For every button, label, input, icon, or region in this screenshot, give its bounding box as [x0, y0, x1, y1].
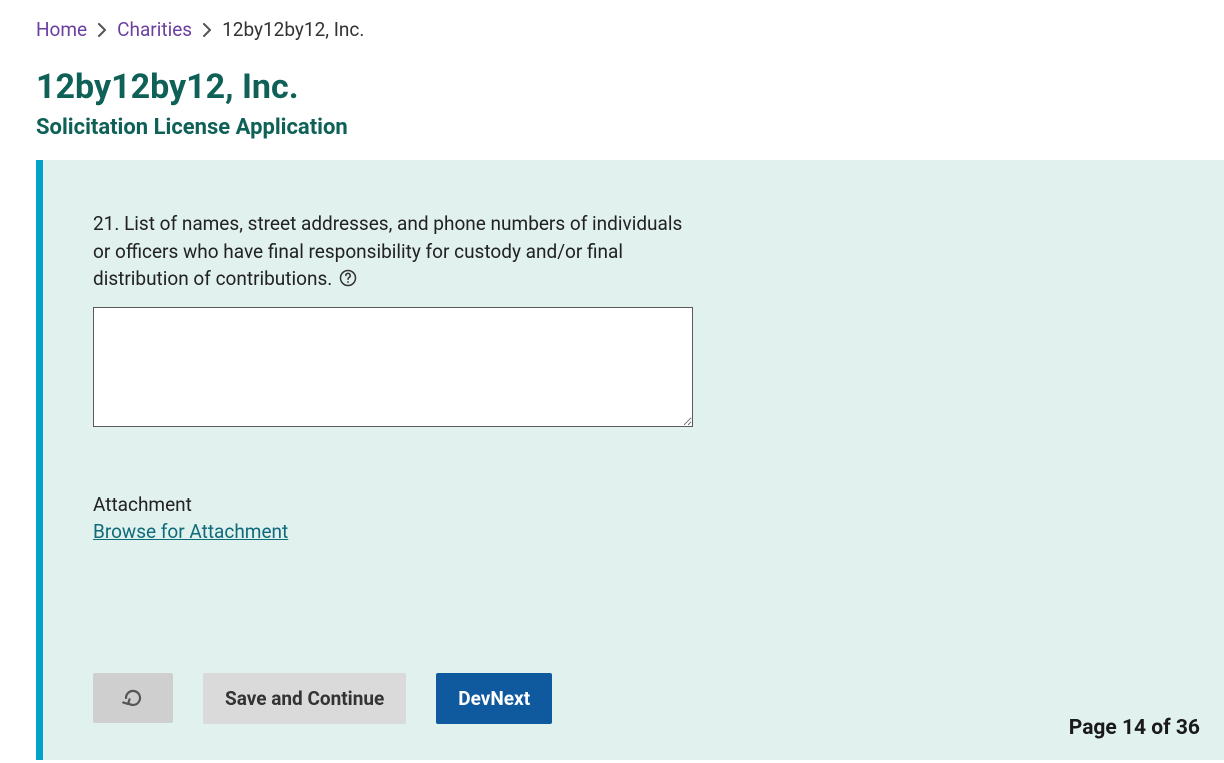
page-title: 12by12by12, Inc. [36, 67, 1188, 107]
chevron-right-icon [97, 23, 107, 37]
breadcrumb-charities[interactable]: Charities [117, 18, 192, 41]
breadcrumb-current: 12by12by12, Inc. [222, 18, 364, 41]
dev-next-button[interactable]: DevNext [436, 673, 552, 724]
breadcrumb-home[interactable]: Home [36, 18, 87, 41]
attachment-block: Attachment Browse for Attachment [93, 493, 1174, 543]
help-icon[interactable] [339, 269, 357, 287]
page-subtitle: Solicitation License Application [36, 115, 1188, 140]
answer-textarea[interactable] [93, 307, 693, 427]
chevron-right-icon [202, 23, 212, 37]
question-text: 21. List of names, street addresses, and… [93, 210, 693, 293]
attachment-label: Attachment [93, 493, 1174, 516]
page-indicator: Page 14 of 36 [1069, 716, 1200, 740]
page-header: 12by12by12, Inc. Solicitation License Ap… [0, 49, 1224, 160]
save-continue-button[interactable]: Save and Continue [203, 673, 406, 724]
browse-attachment-link[interactable]: Browse for Attachment [93, 520, 288, 543]
breadcrumb: Home Charities 12by12by12, Inc. [0, 0, 1224, 49]
question-label: 21. List of names, street addresses, and… [93, 212, 682, 290]
form-panel: 21. List of names, street addresses, and… [36, 160, 1224, 760]
refresh-icon [121, 686, 145, 710]
button-row: Save and Continue DevNext [93, 673, 1174, 724]
question-block: 21. List of names, street addresses, and… [93, 210, 693, 431]
refresh-button[interactable] [93, 673, 173, 723]
